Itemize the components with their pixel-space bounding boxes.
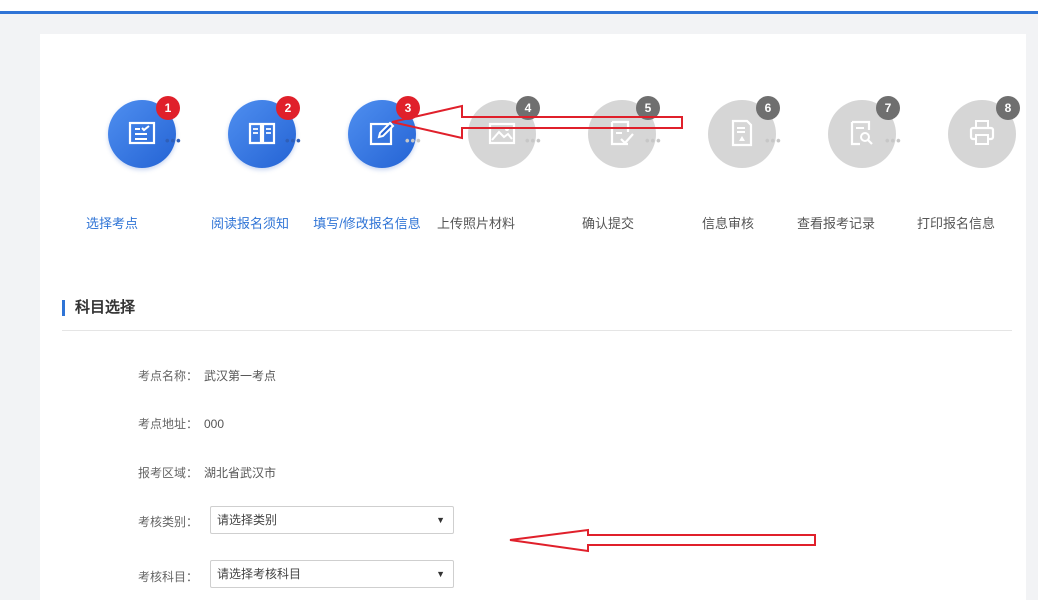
subject-row: 考核科目：: [138, 568, 204, 585]
confirm-doc-icon: [610, 120, 634, 146]
step-badge: 5: [636, 96, 660, 120]
category-select-value: 请选择类别: [217, 513, 278, 527]
step-connector: •••: [165, 133, 182, 148]
step-label: 确认提交: [581, 216, 634, 231]
step-badge: 1: [156, 96, 180, 120]
subject-label: 考核科目：: [138, 570, 199, 584]
step-connector: •••: [885, 133, 902, 148]
step-badge: 2: [276, 96, 300, 120]
step-connector: •••: [765, 133, 782, 148]
step-label: 选择考点: [85, 216, 138, 231]
checklist-icon: [128, 121, 156, 145]
section-divider: [62, 330, 1012, 331]
subject-select[interactable]: 请选择考核科目 ▼: [210, 560, 454, 588]
top-bar: [0, 0, 1038, 14]
step-badge: 4: [516, 96, 540, 120]
step-badge: 3: [396, 96, 420, 120]
site-address-label: 考点地址：: [138, 417, 199, 431]
image-icon: [488, 122, 516, 145]
section-title: 科目选择: [62, 300, 135, 316]
site-name-value: 武汉第一考点: [204, 369, 277, 383]
step-label: 打印报名信息: [916, 216, 995, 231]
step-connector: •••: [645, 133, 662, 148]
step-label: 查看报考记录: [796, 216, 875, 231]
search-doc-icon: [850, 120, 873, 146]
category-select[interactable]: 请选择类别 ▼: [210, 506, 454, 534]
step-badge: 8: [996, 96, 1020, 120]
subject-select-value: 请选择考核科目: [217, 567, 302, 581]
chevron-down-icon: ▼: [436, 569, 445, 579]
step-badge: 7: [876, 96, 900, 120]
step-badge: 6: [756, 96, 780, 120]
site-address-value: 000: [204, 417, 225, 431]
site-name-label: 考点名称：: [138, 369, 199, 383]
review-doc-icon: [731, 119, 753, 147]
step-connector: •••: [405, 133, 422, 148]
category-row: 考核类别：: [138, 513, 204, 530]
step-label: 上传照片材料: [436, 216, 515, 231]
step-connector: •••: [525, 133, 542, 148]
step-connector: •••: [285, 133, 302, 148]
chevron-down-icon: ▼: [436, 515, 445, 525]
site-name-row: 考点名称： 武汉第一考点: [138, 367, 276, 384]
book-icon: [248, 122, 276, 145]
site-address-row: 考点地址： 000: [138, 415, 224, 432]
edit-icon: [369, 121, 395, 146]
region-row: 报考区域： 湖北省武汉市: [138, 464, 276, 481]
category-label: 考核类别：: [138, 515, 199, 529]
region-value: 湖北省武汉市: [204, 466, 277, 480]
region-label: 报考区域：: [138, 466, 199, 480]
printer-icon: [969, 120, 995, 145]
